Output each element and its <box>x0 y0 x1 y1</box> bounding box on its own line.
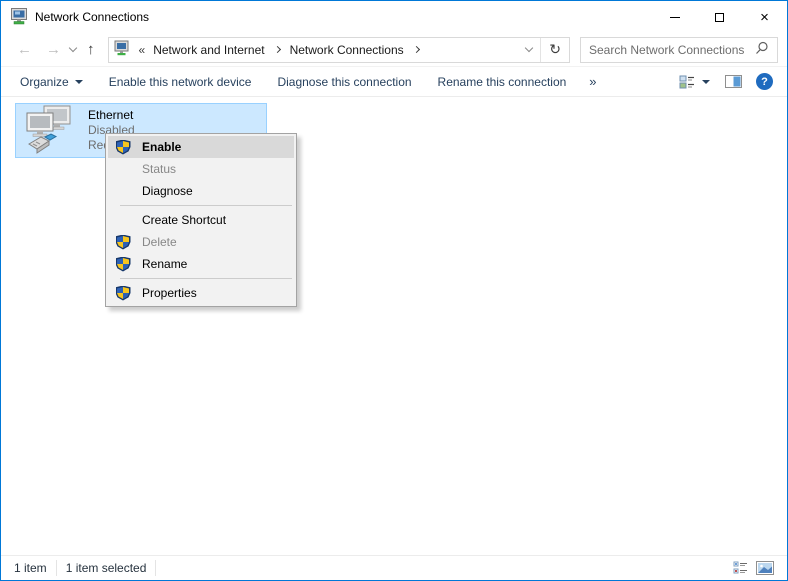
view-options-icon <box>679 74 696 90</box>
status-bar: 1 item 1 item selected <box>1 555 787 580</box>
preview-pane-button[interactable] <box>723 73 743 91</box>
menu-item-rename[interactable]: Rename <box>108 253 294 275</box>
file-list-area[interactable]: Ethernet Disabled Red H Enable Status Di… <box>1 97 787 555</box>
menu-separator <box>120 278 292 279</box>
menu-item-create-shortcut[interactable]: Create Shortcut <box>108 209 294 231</box>
preview-pane-icon <box>725 75 742 88</box>
maximize-button[interactable] <box>697 1 742 33</box>
search-icon[interactable] <box>755 41 769 58</box>
back-button[interactable]: ← <box>10 42 39 57</box>
rename-connection-button[interactable]: Rename this connection <box>425 67 580 96</box>
thumbnails-view-icon <box>756 561 774 575</box>
minimize-button[interactable] <box>652 1 697 33</box>
close-button[interactable]: × <box>742 1 787 33</box>
breadcrumb-segment-network-and-internet[interactable]: Network and Internet <box>149 43 268 57</box>
window-controls: × <box>652 1 787 33</box>
address-bar[interactable]: « Network and Internet Network Connectio… <box>108 37 571 63</box>
menu-item-delete[interactable]: Delete <box>108 231 294 253</box>
statusbar-view-toggles <box>730 559 783 577</box>
uac-shield-icon <box>108 257 138 272</box>
address-dropdown-chevron-icon[interactable] <box>518 43 540 57</box>
connection-name: Ethernet <box>88 108 135 123</box>
network-connections-app-icon <box>10 7 28 28</box>
disabled-network-adapter-icon <box>23 104 75 157</box>
chevron-down-icon <box>525 43 533 51</box>
thumbnails-view-button[interactable] <box>755 559 775 577</box>
breadcrumb-segment-network-connections[interactable]: Network Connections <box>286 43 408 57</box>
search-box[interactable] <box>580 37 778 63</box>
menu-separator <box>120 205 292 206</box>
breadcrumb-collapsed-marker[interactable]: « <box>135 43 150 57</box>
menu-item-diagnose[interactable]: Diagnose <box>108 180 294 202</box>
breadcrumb-separator-icon[interactable] <box>274 46 281 53</box>
titlebar: Network Connections × <box>1 1 787 33</box>
enable-device-button[interactable]: Enable this network device <box>96 67 265 96</box>
minimize-icon <box>670 17 680 18</box>
maximize-icon <box>715 13 724 22</box>
recent-locations-chevron-icon[interactable] <box>69 44 77 52</box>
menu-item-properties[interactable]: Properties <box>108 282 294 304</box>
organize-label: Organize <box>20 75 69 89</box>
toolbar-right: ? <box>679 73 781 91</box>
organize-button[interactable]: Organize <box>7 67 96 96</box>
search-input[interactable] <box>581 43 753 57</box>
command-toolbar: Organize Enable this network device Diag… <box>1 67 787 97</box>
change-view-button[interactable] <box>679 74 710 90</box>
menu-item-status[interactable]: Status <box>108 158 294 180</box>
uac-shield-icon <box>108 286 138 301</box>
diagnose-connection-button[interactable]: Diagnose this connection <box>264 67 424 96</box>
window-title: Network Connections <box>35 10 149 24</box>
help-button[interactable]: ? <box>756 73 773 90</box>
help-icon: ? <box>761 76 768 88</box>
caret-down-icon <box>702 80 710 84</box>
navigation-bar: ← → ↑ « Network and Internet Network Con… <box>1 33 787 67</box>
up-button[interactable]: ↑ <box>80 42 102 57</box>
item-count: 1 item <box>5 560 57 576</box>
more-commands-button[interactable]: » <box>579 74 606 89</box>
details-view-button[interactable] <box>730 559 750 577</box>
network-connections-window: Network Connections × ← → ↑ « Network an… <box>0 0 788 581</box>
breadcrumb-separator-icon[interactable] <box>413 46 420 53</box>
close-icon: × <box>760 10 769 25</box>
refresh-button[interactable]: ↻ <box>541 41 569 58</box>
forward-button[interactable]: → <box>39 42 68 57</box>
selection-count: 1 item selected <box>57 560 157 576</box>
caret-down-icon <box>75 80 83 84</box>
uac-shield-icon <box>108 235 138 250</box>
details-view-icon <box>733 561 748 575</box>
context-menu: Enable Status Diagnose Create Shortcut D… <box>105 133 297 307</box>
address-bar-right: ↻ <box>518 38 569 62</box>
menu-item-enable[interactable]: Enable <box>108 136 294 158</box>
address-location-icon <box>114 40 130 59</box>
uac-shield-icon <box>108 140 138 155</box>
